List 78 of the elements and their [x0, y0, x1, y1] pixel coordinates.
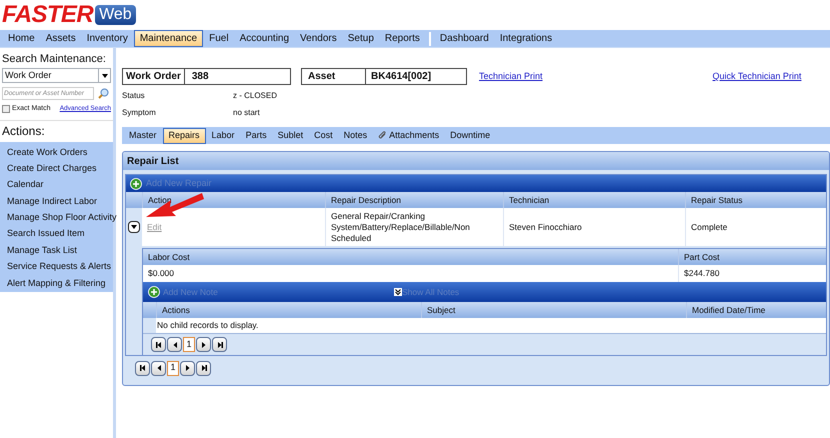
work-order-box: Work Order 388 [122, 68, 291, 85]
tab[interactable]: Parts [240, 128, 272, 144]
row-indicator-cell [143, 318, 156, 333]
next-page-button[interactable] [196, 337, 211, 352]
action-link[interactable]: Service Requests & Alerts [0, 258, 113, 275]
brand-logo: FASTER [2, 3, 94, 27]
search-title: Search Maintenance: [1, 52, 107, 67]
menu-item[interactable]: Fuel [204, 30, 234, 47]
menu-item[interactable]: Inventory [82, 30, 133, 47]
menu-item[interactable]: Reports [380, 30, 425, 47]
last-page-button[interactable] [196, 360, 211, 376]
menu-item[interactable]: Vendors [295, 30, 342, 47]
last-page-icon [216, 340, 224, 348]
column-header: Labor Cost [147, 251, 191, 264]
menu-item[interactable]: Assets [40, 30, 81, 47]
last-page-button[interactable] [212, 337, 227, 352]
add-icon [148, 286, 160, 298]
column-header: Repair Description [325, 192, 503, 208]
tab[interactable]: Attachments [373, 128, 444, 144]
expand-all-icon [394, 288, 402, 296]
exact-match-checkbox[interactable] [2, 105, 10, 114]
repair-status: Complete [691, 220, 728, 234]
column-header: Technician [503, 192, 685, 208]
repair-description: General Repair/Cranking System/Battery/Replace/Billable/Non Scheduled [331, 210, 471, 244]
labor-cost-value: $0.000 [147, 267, 175, 280]
search-type-dropdown[interactable]: Work Order [2, 68, 111, 83]
menu-item[interactable]: Setup [342, 30, 379, 47]
tab[interactable]: Downtime [445, 128, 496, 144]
add-icon [130, 178, 142, 190]
first-page-icon [154, 340, 162, 348]
technician-print-link[interactable]: Technician Print [479, 70, 543, 84]
first-page-button[interactable] [135, 360, 150, 376]
last-page-icon [200, 364, 208, 372]
field-value: no start [233, 106, 260, 118]
action-link[interactable]: Create Work Orders [0, 144, 113, 160]
next-page-icon [200, 340, 208, 348]
field-label: Status [122, 90, 146, 102]
next-page-button[interactable] [180, 360, 195, 376]
action-link[interactable]: Manage Indirect Labor [0, 192, 113, 210]
asset-box: Asset BK4614[002] [301, 68, 467, 85]
menu-item[interactable]: Home [3, 30, 40, 47]
tab[interactable]: Cost [309, 128, 338, 144]
product-logo: Web [95, 5, 136, 25]
caret-icon [131, 225, 137, 229]
column-header: Repair Status [685, 192, 826, 208]
tab[interactable]: Notes [338, 128, 372, 144]
tab[interactable]: Labor [206, 128, 240, 144]
next-page-icon [184, 364, 192, 372]
dropdown-caret-icon [102, 74, 108, 78]
menu-item[interactable]: Maintenance [134, 30, 204, 47]
expand-toggle[interactable] [128, 221, 140, 233]
first-page-icon [138, 364, 146, 372]
menu-item[interactable]: Integrations [494, 30, 558, 47]
field-value: z - CLOSED [233, 90, 278, 102]
tab[interactable]: Sublet [272, 128, 308, 144]
paperclip-icon [378, 131, 388, 140]
empty-message: No child records to display. [156, 319, 258, 332]
tab[interactable]: Master [124, 128, 162, 144]
field-label: Symptom [122, 106, 157, 118]
search-icon[interactable] [98, 88, 109, 99]
action-link[interactable]: Search Issued Item [0, 225, 113, 242]
page-number-button[interactable]: 1 [183, 337, 195, 352]
action-link[interactable]: Alert Mapping & Filtering [0, 274, 113, 292]
previous-page-button[interactable] [151, 360, 166, 376]
action-link[interactable]: Create Direct Charges [0, 160, 113, 176]
annotation-arrow [146, 190, 204, 218]
first-page-button[interactable] [151, 337, 166, 352]
tab[interactable]: Repairs [162, 128, 206, 144]
actions-title: Actions: [1, 124, 46, 138]
quick-technician-print-link[interactable]: Quick Technician Print [712, 70, 802, 84]
menu-item[interactable]: Accounting [234, 30, 294, 47]
action-link[interactable]: Calendar [0, 176, 113, 193]
panel-title: Repair List [127, 154, 179, 168]
action-link[interactable]: Manage Task List [0, 242, 113, 258]
technician-name: Steven Finocchiaro [509, 220, 582, 234]
menu-item[interactable]: Dashboard [434, 30, 494, 47]
page-number-button[interactable]: 1 [167, 360, 179, 376]
previous-page-button[interactable] [167, 337, 182, 352]
